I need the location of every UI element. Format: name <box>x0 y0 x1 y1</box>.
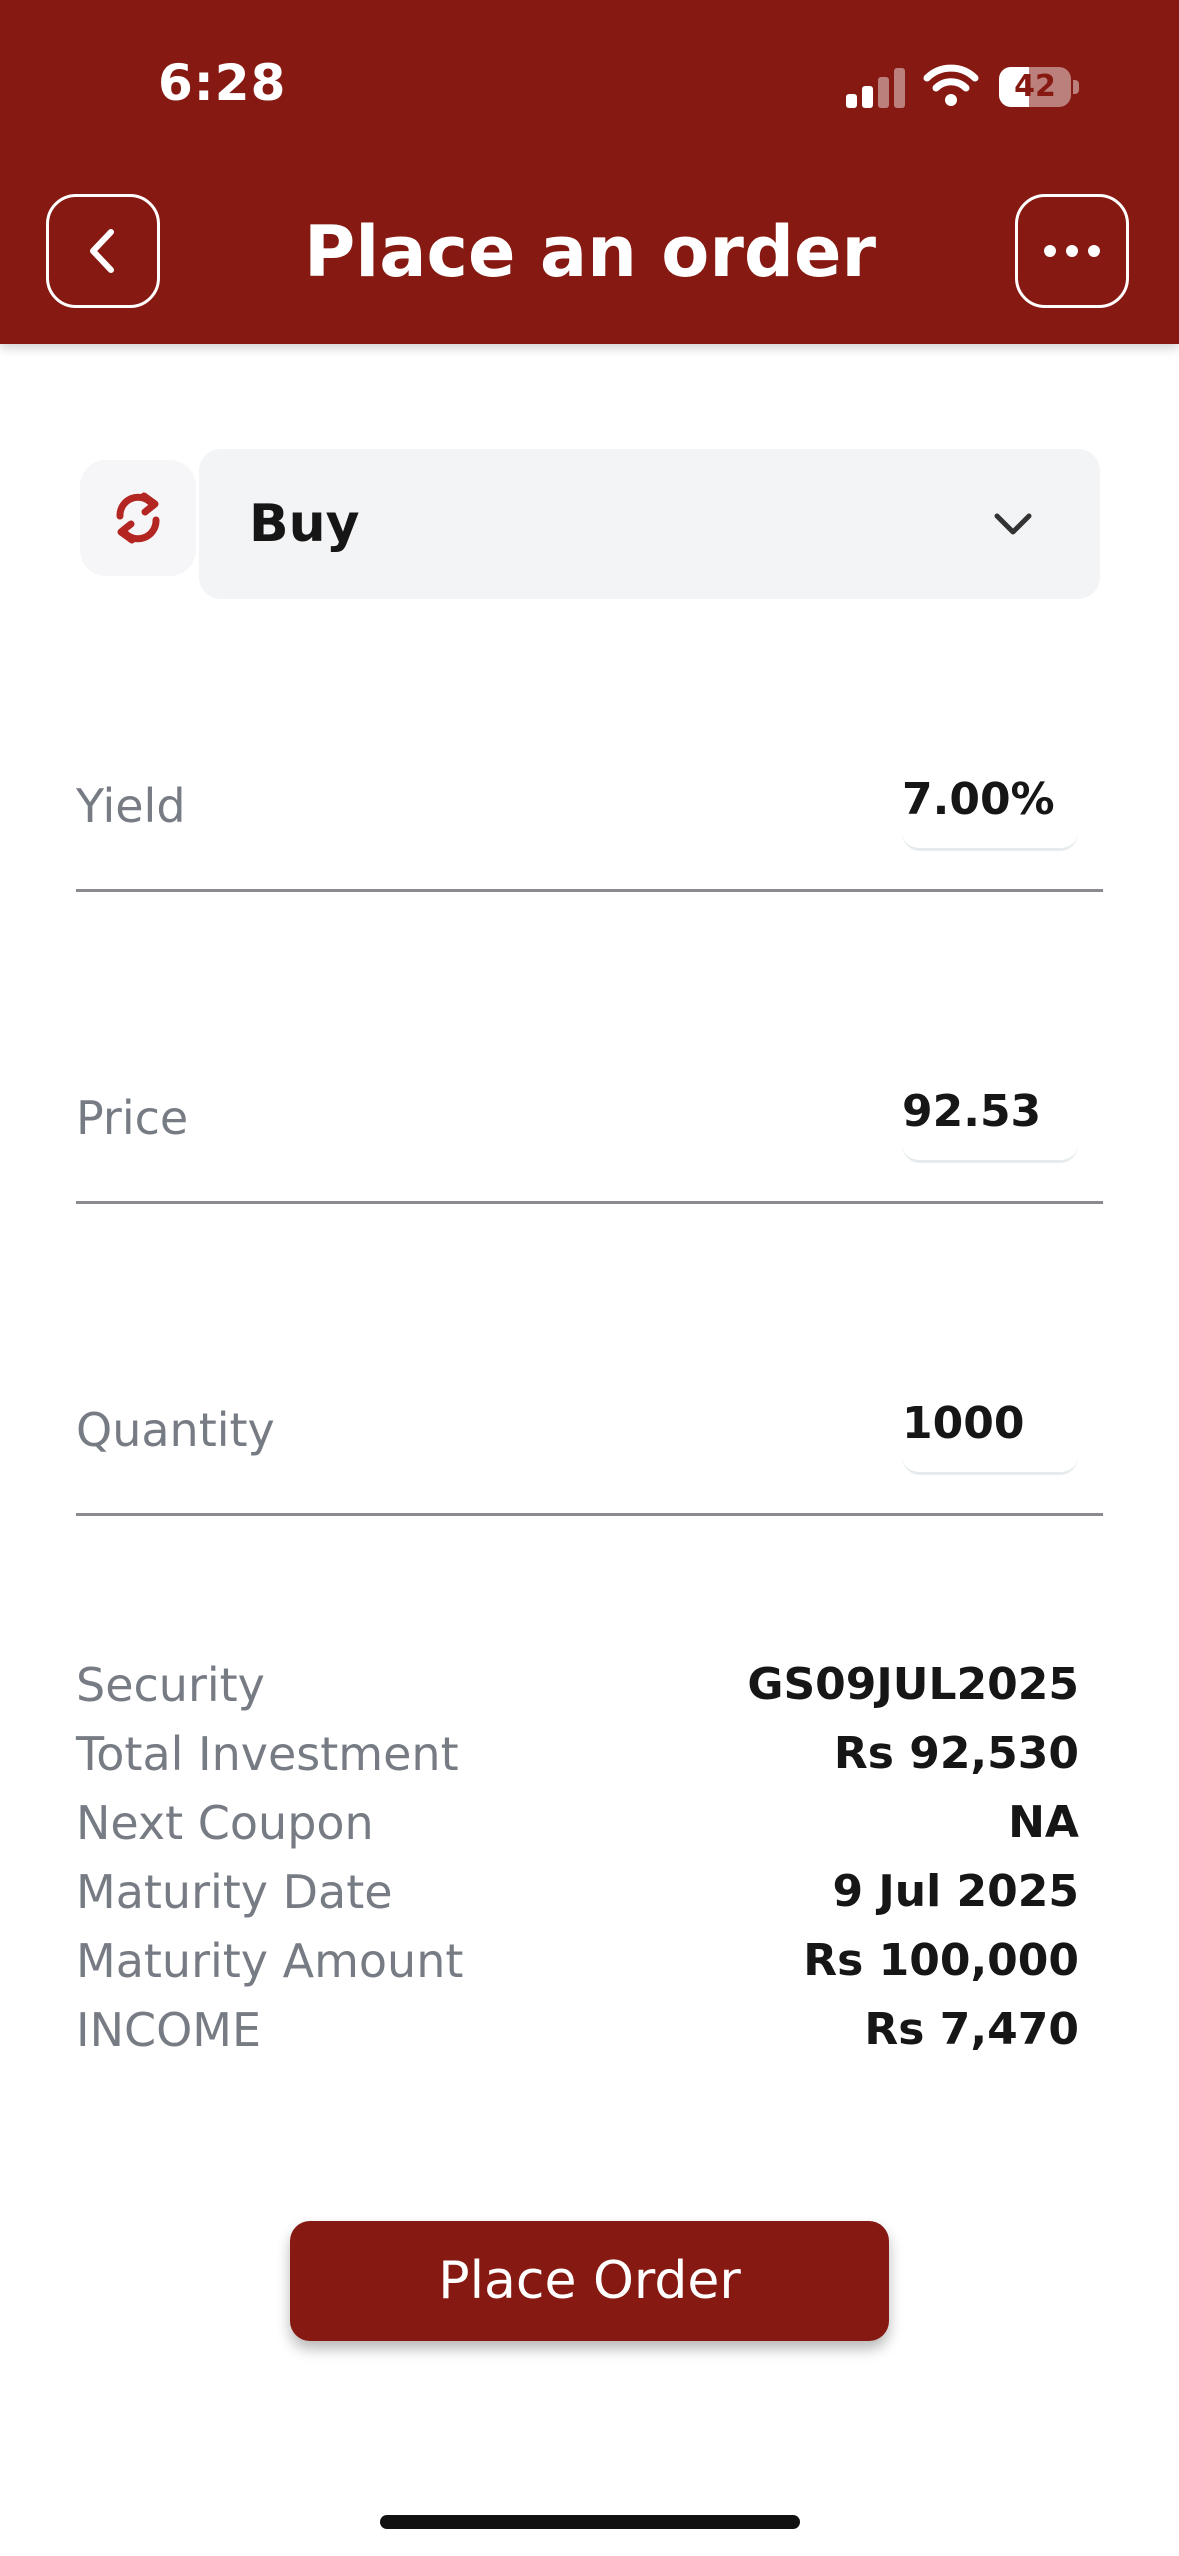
summary-row-next-coupon: Next Coupon NA <box>76 1788 1079 1857</box>
summary-row-income: INCOME Rs 7,470 <box>76 1995 1079 2064</box>
ellipsis-horizontal-icon <box>1044 245 1100 257</box>
yield-input[interactable] <box>902 751 1078 851</box>
quantity-field: Quantity <box>76 1313 1103 1516</box>
chevron-left-icon <box>90 229 114 273</box>
battery-icon: 42 <box>999 67 1079 107</box>
summary-value: 9 Jul 2025 <box>832 1866 1080 1917</box>
yield-field: Yield <box>76 689 1103 892</box>
chevron-down-icon <box>994 513 1032 535</box>
summary-value: NA <box>1008 1797 1079 1848</box>
status-time: 6:28 <box>158 54 287 112</box>
order-side-value: Buy <box>249 494 360 554</box>
price-label: Price <box>76 1091 189 1145</box>
summary-label: Total Investment <box>76 1726 459 1781</box>
summary-label: INCOME <box>76 2002 262 2057</box>
summary-value: Rs 100,000 <box>803 1935 1079 1986</box>
quantity-label: Quantity <box>76 1403 275 1457</box>
summary-value: Rs 7,470 <box>864 2004 1079 2055</box>
battery-level: 42 <box>1014 69 1056 104</box>
more-options-button[interactable] <box>1015 194 1129 308</box>
summary-label: Maturity Amount <box>76 1933 464 1988</box>
cellular-signal-icon <box>846 68 905 108</box>
summary-label: Next Coupon <box>76 1795 374 1850</box>
back-button[interactable] <box>46 194 160 308</box>
price-field: Price <box>76 1001 1103 1204</box>
yield-label: Yield <box>76 779 186 833</box>
app-header: 6:28 42 Place an order <box>0 0 1179 344</box>
price-input[interactable] <box>902 1063 1078 1163</box>
summary-label: Security <box>76 1657 265 1712</box>
order-side-select[interactable]: Buy <box>199 449 1100 599</box>
quantity-input[interactable] <box>902 1375 1078 1475</box>
order-summary: Security GS09JUL2025 Total Investment Rs… <box>76 1650 1079 2064</box>
summary-row-total-investment: Total Investment Rs 92,530 <box>76 1719 1079 1788</box>
summary-value: Rs 92,530 <box>833 1728 1079 1779</box>
place-order-button[interactable]: Place Order <box>290 2221 889 2341</box>
home-indicator <box>380 2515 800 2529</box>
page-title: Place an order <box>303 211 877 293</box>
summary-value: GS09JUL2025 <box>747 1659 1079 1710</box>
refresh-icon <box>116 492 160 544</box>
summary-label: Maturity Date <box>76 1864 393 1919</box>
wifi-icon <box>923 64 979 106</box>
summary-row-security: Security GS09JUL2025 <box>76 1650 1079 1719</box>
summary-row-maturity-amount: Maturity Amount Rs 100,000 <box>76 1926 1079 1995</box>
swap-side-button[interactable] <box>80 460 196 576</box>
summary-row-maturity-date: Maturity Date 9 Jul 2025 <box>76 1857 1079 1926</box>
